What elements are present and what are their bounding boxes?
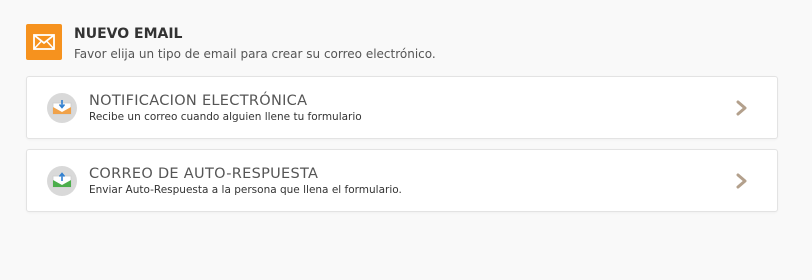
notification-email-option[interactable]: NOTIFICACION ELECTRÓNICA Recibe un corre… [26,76,778,139]
option-title: CORREO DE AUTO-RESPUESTA [89,165,319,182]
autoresponse-email-icon [47,165,77,196]
notification-email-icon [47,92,77,123]
autoresponse-email-option[interactable]: CORREO DE AUTO-RESPUESTA Enviar Auto-Res… [26,149,778,212]
page-title: NUEVO EMAIL [74,26,183,42]
option-title: NOTIFICACION ELECTRÓNICA [89,92,308,109]
option-description: Recibe un correo cuando alguien llene tu… [89,110,362,123]
chevron-right-icon [727,93,757,123]
option-description: Enviar Auto-Respuesta a la persona que l… [89,183,402,196]
page-header: NUEVO EMAIL Favor elija un tipo de email… [26,24,436,62]
page-subtitle: Favor elija un tipo de email para crear … [74,47,436,61]
chevron-right-icon [727,166,757,196]
envelope-icon [26,24,62,60]
